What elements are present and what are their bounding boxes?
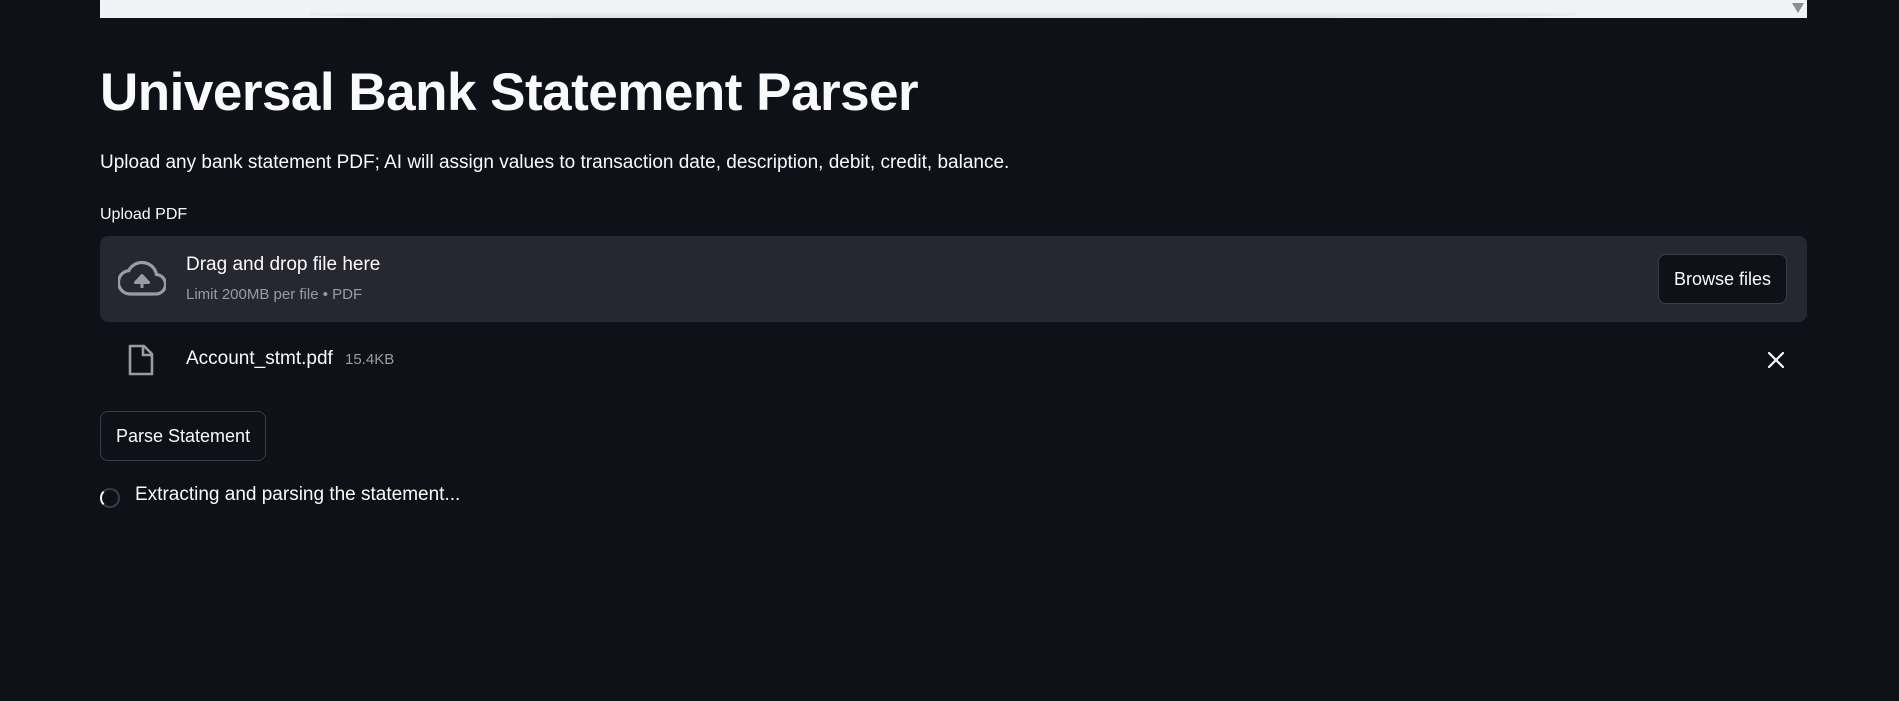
- page-subtitle: Upload any bank statement PDF; AI will a…: [100, 152, 1010, 173]
- status-text: Extracting and parsing the statement...: [135, 484, 461, 505]
- browse-files-button[interactable]: Browse files: [1657, 254, 1787, 304]
- file-icon: [128, 344, 154, 376]
- dropzone-title: Drag and drop file here: [186, 254, 381, 275]
- file-dropzone[interactable]: Drag and drop file here Limit 200MB per …: [100, 236, 1807, 322]
- uploaded-file-size: 15.4KB: [345, 351, 395, 368]
- uploaded-file-name: Account_stmt.pdf: [186, 348, 333, 369]
- uploaded-file-row: Account_stmt.pdf 15.4KB: [100, 340, 1807, 380]
- close-icon[interactable]: [1767, 351, 1785, 369]
- top-strip-shadow: [310, 12, 1577, 18]
- cloud-upload-icon: [118, 260, 166, 296]
- parse-statement-button[interactable]: Parse Statement: [100, 411, 267, 461]
- dropzone-limit: Limit 200MB per file • PDF: [186, 286, 363, 303]
- loading-spinner-icon: [100, 488, 120, 508]
- page-title: Universal Bank Statement Parser: [100, 63, 919, 122]
- scroll-down-arrow-icon[interactable]: [1792, 3, 1804, 13]
- top-strip: [100, 0, 1807, 18]
- upload-label: Upload PDF: [100, 206, 188, 223]
